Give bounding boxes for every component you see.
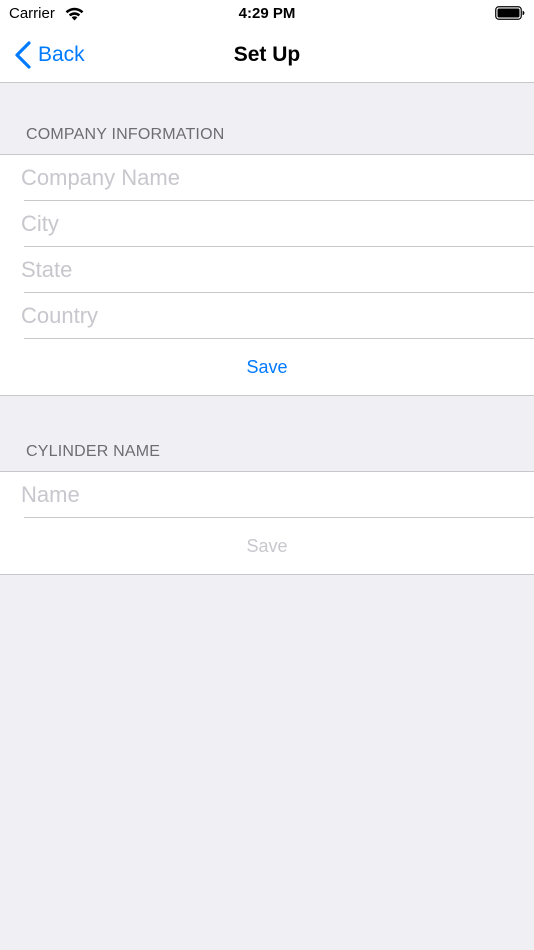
cylinder-save-row: Save xyxy=(0,518,534,574)
country-row xyxy=(0,293,534,339)
cylinder-section-header: CYLINDER NAME xyxy=(26,443,161,460)
company-name-row xyxy=(0,155,534,201)
company-save-row: Save xyxy=(0,339,534,395)
clock: 4:29 PM xyxy=(238,5,296,22)
country-field[interactable] xyxy=(0,293,534,339)
cylinder-name-field[interactable] xyxy=(0,472,534,518)
company-name-field[interactable] xyxy=(0,155,534,201)
company-save-button[interactable]: Save xyxy=(246,357,287,378)
cylinder-name-row xyxy=(0,472,534,518)
cylinder-form-group: Save xyxy=(0,471,534,575)
company-section-header: COMPANY INFORMATION xyxy=(26,126,225,143)
company-form-group: Save xyxy=(0,154,534,396)
state-field[interactable] xyxy=(0,247,534,293)
page-title: Set Up xyxy=(233,43,301,66)
navigation-bar: Back Set Up xyxy=(0,28,534,83)
status-bar: Carrier 4:29 PM xyxy=(0,0,534,28)
battery-icon xyxy=(495,6,525,20)
city-field[interactable] xyxy=(0,201,534,247)
city-row xyxy=(0,201,534,247)
state-row xyxy=(0,247,534,293)
cylinder-save-button[interactable]: Save xyxy=(246,536,287,557)
